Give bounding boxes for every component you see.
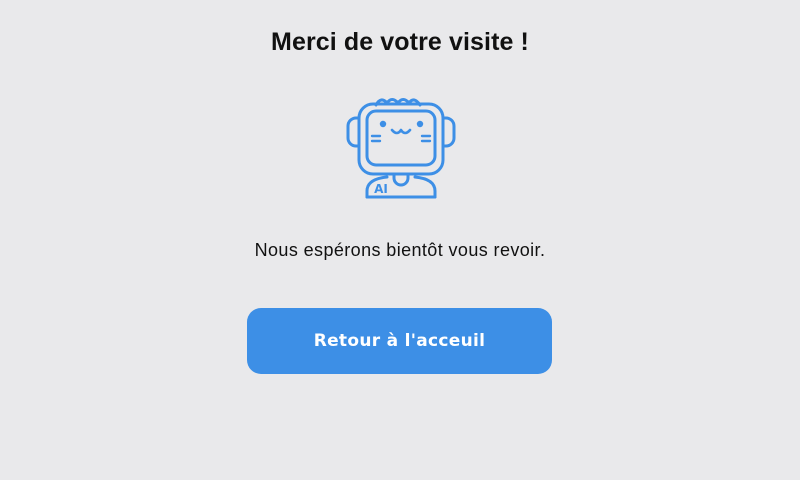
robot-ai-icon: AI — [346, 98, 456, 199]
farewell-message: Nous espérons bientôt vous revoir. — [254, 240, 546, 260]
robot-ai-badge: AI — [374, 182, 388, 196]
page-title: Merci de votre visite ! — [271, 28, 529, 56]
back-to-home-button[interactable]: Retour à l'acceuil — [247, 308, 552, 374]
